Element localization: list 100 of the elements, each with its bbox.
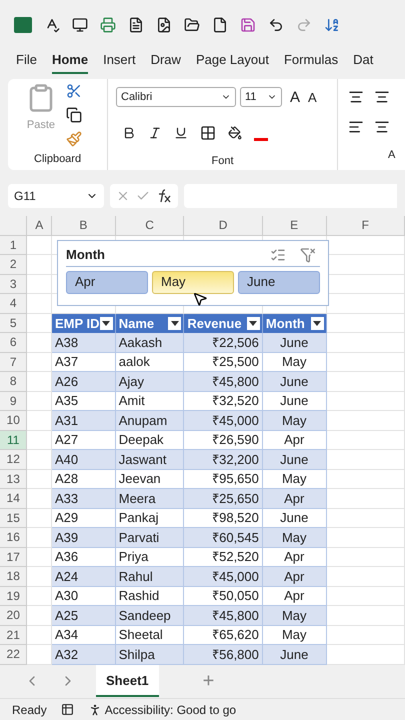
row-header[interactable]: 20 xyxy=(0,606,28,626)
grow-font-button[interactable]: A xyxy=(290,90,300,105)
column-header[interactable]: D xyxy=(184,216,263,236)
row-header[interactable]: 3 xyxy=(0,274,28,294)
underline-icon[interactable] xyxy=(174,126,188,140)
table-cell: A38 xyxy=(52,333,116,353)
table-cell: Shilpa xyxy=(116,645,184,665)
cut-icon[interactable] xyxy=(66,83,82,100)
table-cell: A31 xyxy=(52,411,116,431)
table-cell: ₹98,520 xyxy=(184,508,263,528)
table-cell: ₹26,590 xyxy=(184,430,263,450)
sort-icon[interactable] xyxy=(324,17,340,34)
table-cell: Jeevan xyxy=(116,470,184,490)
format-painter-icon[interactable] xyxy=(66,131,82,148)
group-label: A xyxy=(388,148,395,164)
table-cell: May xyxy=(262,470,327,490)
printer-icon[interactable] xyxy=(100,17,116,34)
undo-icon[interactable] xyxy=(268,17,284,34)
table-cell: Apr xyxy=(262,430,327,450)
column-header[interactable]: F xyxy=(326,216,405,236)
row-header[interactable]: 7 xyxy=(0,352,28,372)
row-header[interactable]: 15 xyxy=(0,508,28,528)
fill-color-icon[interactable] xyxy=(228,126,242,140)
sheet-tab[interactable]: Sheet1 xyxy=(96,665,159,698)
column-header[interactable]: C xyxy=(116,216,184,236)
print-preview-icon[interactable] xyxy=(128,17,144,34)
filter-button[interactable] xyxy=(100,316,113,330)
menu-tab[interactable]: Formulas xyxy=(284,50,338,74)
row-header[interactable]: 22 xyxy=(0,645,28,665)
row-header[interactable]: 8 xyxy=(0,372,28,392)
row-header[interactable]: 12 xyxy=(0,450,28,470)
row-header[interactable]: 11 xyxy=(0,430,28,450)
column-header[interactable]: A xyxy=(27,216,52,236)
table-header-cell: Month xyxy=(262,314,327,334)
new-file-icon[interactable] xyxy=(212,17,228,34)
align-middle-icon[interactable] xyxy=(374,89,390,106)
table-header-cell: Name xyxy=(116,314,184,334)
folder-icon[interactable] xyxy=(184,17,200,34)
menu-tab[interactable]: Page Layout xyxy=(196,50,269,74)
menu-tab[interactable]: Draw xyxy=(150,50,181,74)
shrink-font-button[interactable]: A xyxy=(308,90,317,104)
slicer-button[interactable]: May xyxy=(152,270,234,294)
clear-filter-icon[interactable] xyxy=(300,247,316,264)
row-header[interactable]: 10 xyxy=(0,411,28,431)
row-header[interactable]: 6 xyxy=(0,333,28,353)
table-cell: ₹60,545 xyxy=(184,528,263,548)
multi-select-icon[interactable] xyxy=(270,247,286,264)
row-header[interactable]: 21 xyxy=(0,626,28,646)
name-box[interactable]: G11 xyxy=(8,184,104,208)
row-header[interactable]: 18 xyxy=(0,567,28,587)
menu-tab[interactable]: Insert xyxy=(103,50,136,74)
table-cell: Sandeep xyxy=(116,606,184,626)
table-cell: ₹45,000 xyxy=(184,567,263,587)
menu-tab[interactable]: Home xyxy=(52,50,88,74)
slicer-button[interactable]: June xyxy=(238,270,320,294)
table-cell: June xyxy=(262,333,327,353)
table-cell: ₹22,506 xyxy=(184,333,263,353)
macro-icon[interactable] xyxy=(60,703,74,716)
column-header[interactable]: E xyxy=(262,216,327,236)
align-top-icon[interactable] xyxy=(348,89,364,106)
align-center-icon[interactable] xyxy=(374,119,390,136)
table-cell: Rahul xyxy=(116,567,184,587)
font-name-field[interactable]: Calibri xyxy=(116,87,236,108)
accessibility-status[interactable]: Accessibility: Good to go xyxy=(104,700,236,719)
table-cell: Rashid xyxy=(116,586,184,606)
table-cell: Amit xyxy=(116,392,184,412)
bold-icon[interactable] xyxy=(122,126,136,140)
copy-icon[interactable] xyxy=(66,107,82,124)
menu-tab[interactable]: Dat xyxy=(353,50,374,74)
row-header[interactable]: 4 xyxy=(0,294,28,314)
align-left-icon[interactable] xyxy=(348,119,364,136)
slicer-button[interactable]: Apr xyxy=(66,270,148,294)
row-header[interactable]: 9 xyxy=(0,392,28,412)
document-icon[interactable] xyxy=(156,17,172,34)
filter-button[interactable] xyxy=(310,316,324,330)
row-header[interactable]: 13 xyxy=(0,470,28,490)
function-icon[interactable] xyxy=(156,188,172,203)
filter-button[interactable] xyxy=(168,316,182,330)
menu-tab[interactable]: File xyxy=(16,50,37,74)
row-header[interactable]: 17 xyxy=(0,548,28,568)
row-header[interactable]: 19 xyxy=(0,586,28,606)
row-header[interactable]: 1 xyxy=(0,236,28,256)
italic-icon[interactable] xyxy=(148,126,162,140)
borders-icon[interactable] xyxy=(200,125,216,142)
screen-icon[interactable] xyxy=(72,17,88,34)
table-cell: Jaswant xyxy=(116,450,184,470)
table-cell: ₹95,650 xyxy=(184,470,263,490)
row-header[interactable]: 5 xyxy=(0,314,28,334)
table-cell: A28 xyxy=(52,470,116,490)
filter-button[interactable] xyxy=(246,316,260,330)
table-cell: Sheetal xyxy=(116,626,184,646)
table-cell: Pankaj xyxy=(116,508,184,528)
dropdown-icon xyxy=(313,320,322,326)
row-header[interactable]: 16 xyxy=(0,528,28,548)
row-header[interactable]: 14 xyxy=(0,489,28,509)
font-size-field[interactable]: 11 xyxy=(240,87,282,108)
table-cell: A27 xyxy=(52,430,116,450)
save-icon[interactable] xyxy=(240,17,256,34)
column-header[interactable]: B xyxy=(52,216,116,236)
row-header[interactable]: 2 xyxy=(0,255,28,275)
